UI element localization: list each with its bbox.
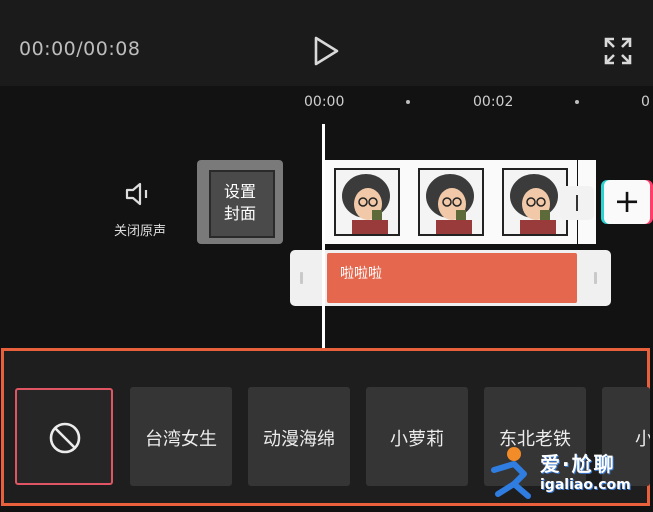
watermark-title: 爱·尬聊	[540, 452, 616, 476]
ruler-dot	[575, 100, 579, 104]
fullscreen-button[interactable]	[603, 36, 633, 66]
audio-trim-handle-left[interactable]	[300, 272, 303, 284]
runner-logo-icon	[491, 447, 531, 499]
forbidden-icon	[49, 422, 81, 454]
add-clip-button[interactable]: +	[604, 180, 650, 224]
ruler-dot	[406, 100, 410, 104]
mute-original-label: 关闭原声	[113, 224, 166, 239]
playback-time: 00:00/00:08	[19, 38, 141, 60]
plus-icon: +	[613, 182, 641, 220]
play-button[interactable]	[309, 34, 341, 68]
audio-track[interactable]: 啦啦啦	[290, 250, 611, 306]
set-cover-button[interactable]: 设置封面	[197, 160, 283, 244]
voice-option-label: 台湾女生	[145, 429, 217, 450]
mute-original-button[interactable]: 关闭原声	[105, 176, 175, 240]
speaker-icon	[125, 182, 148, 206]
clip-frame	[334, 168, 400, 236]
ruler-tick: 0	[641, 94, 650, 110]
set-cover-label: 设置封面	[197, 181, 283, 225]
voice-option-label: 动漫海绵	[263, 429, 335, 450]
site-watermark: 爱·尬聊 igaliao.com	[484, 444, 644, 502]
playhead[interactable]	[322, 124, 325, 352]
voice-none-option[interactable]	[15, 388, 113, 485]
clip-frame	[418, 168, 484, 236]
voice-option[interactable]: 动漫海绵	[248, 387, 350, 486]
audio-clip-label: 啦啦啦	[340, 266, 382, 282]
set-cover-label-text: 设置封面	[223, 182, 256, 223]
watermark-url: igaliao.com	[540, 477, 631, 493]
ruler-tick: 00:00	[304, 94, 345, 110]
voice-option[interactable]: 台湾女生	[130, 387, 232, 486]
clip-frame	[502, 168, 568, 236]
ruler-tick: 00:02	[473, 94, 514, 110]
voice-option[interactable]: 小萝莉	[366, 387, 468, 486]
fullscreen-icon	[604, 37, 632, 65]
audio-trim-handle-right[interactable]	[594, 272, 597, 284]
play-icon	[314, 36, 339, 66]
voice-option-label: 小萝莉	[390, 429, 444, 450]
clip-trim-handle[interactable]	[560, 186, 594, 220]
audio-clip[interactable]: 啦啦啦	[327, 253, 577, 303]
player-bar: 00:00/00:08	[0, 0, 653, 86]
video-clip[interactable]	[325, 160, 577, 244]
